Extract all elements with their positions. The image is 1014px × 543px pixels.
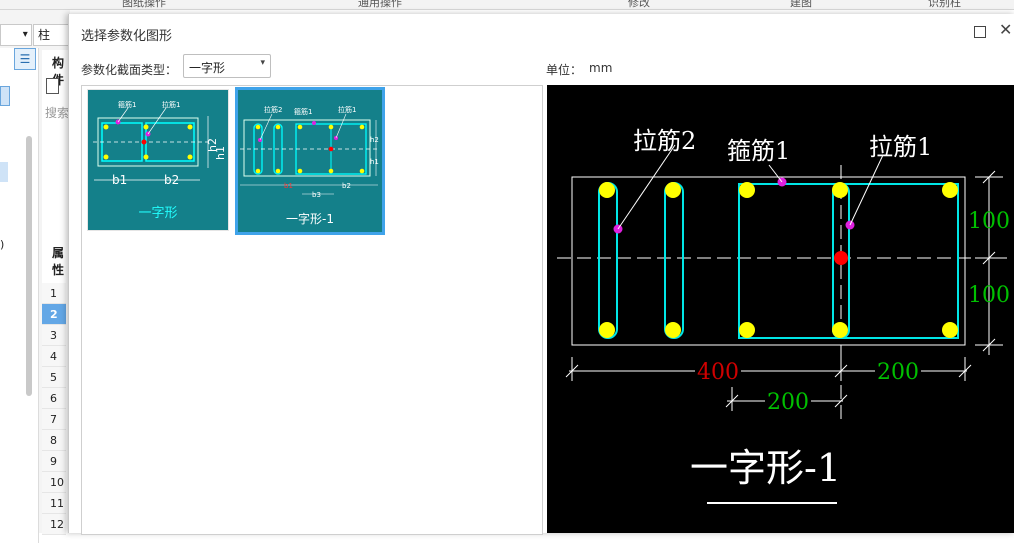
- thumb-label-stirrup: 箍筋1: [118, 100, 136, 109]
- thumb-label-tie2: 拉筋2: [264, 105, 282, 114]
- ribbon-tab-identify-column[interactable]: 识别柱: [928, 0, 961, 9]
- navigation-tree-panel: ✕ ): [0, 48, 39, 543]
- rebar-dots: [599, 182, 958, 338]
- table-row[interactable]: 12: [42, 514, 66, 535]
- shape-gallery: 箍筋1 拉筋1 b1 b2 h1 h2 一字形 拉筋2 箍筋1 拉筋1 b1 b…: [81, 85, 543, 535]
- dim-b2[interactable]: 200: [877, 360, 919, 385]
- dim-b1: 400: [697, 360, 739, 385]
- table-row[interactable]: 8: [42, 430, 66, 451]
- thumb-label-tie1: 拉筋1: [338, 105, 356, 114]
- shape-thumbnail-yizixing-1-selected[interactable]: 拉筋2 箍筋1 拉筋1 b1 b2 b3 h1 h2 一字形-1: [235, 87, 385, 235]
- maximize-icon[interactable]: [974, 26, 986, 38]
- thumb-label-b2: b2: [164, 173, 179, 187]
- table-row[interactable]: 5: [42, 367, 66, 388]
- section-type-select[interactable]: 一字形 ▾: [183, 54, 271, 78]
- ribbon-tab-common-ops[interactable]: 通用操作: [358, 0, 402, 9]
- preview-label-tie2: 拉筋2: [633, 127, 696, 155]
- dim-b3[interactable]: 200: [767, 390, 809, 415]
- preview-label-stirrup: 箍筋1: [727, 137, 790, 165]
- dim-h-bottom[interactable]: 100: [968, 283, 1010, 308]
- tie-bar-2b: [664, 182, 684, 339]
- list-view-icon[interactable]: [0, 86, 10, 106]
- floor-dropdown[interactable]: ▾: [0, 24, 32, 46]
- tie-bar-2a: [598, 182, 618, 339]
- table-row[interactable]: 1: [42, 283, 66, 304]
- tree-item-selected[interactable]: [0, 162, 8, 182]
- parametric-shape-dialog: 选择参数化图形 ✕ 参数化截面类型： 一字形 ▾ 单位： mm 箍筋1 拉筋1 …: [68, 14, 1014, 535]
- thumb-label-b1: b1: [284, 182, 293, 190]
- background-ribbon: 图纸操作 通用操作 修改 建图 识别柱: [0, 0, 1014, 10]
- ribbon-tab-modify[interactable]: 修改: [628, 0, 650, 9]
- new-file-icon[interactable]: [46, 78, 59, 94]
- table-row[interactable]: 3: [42, 325, 66, 346]
- section-type-value: 一字形: [189, 61, 226, 75]
- table-row[interactable]: 6: [42, 388, 66, 409]
- preview-drawing: 拉筋2 箍筋1 拉筋1 100 100 400 200 200 一字形-1: [557, 127, 1010, 504]
- chevron-down-icon: ▾: [22, 29, 31, 40]
- close-icon[interactable]: ✕: [999, 20, 1012, 39]
- table-row[interactable]: 4: [42, 346, 66, 367]
- table-row[interactable]: 9: [42, 451, 66, 472]
- tree-item-text: ): [0, 238, 5, 251]
- thumb-label-b2: b2: [342, 182, 351, 190]
- dialog-title: 选择参数化图形: [81, 29, 173, 44]
- shape-preview: 拉筋2 箍筋1 拉筋1 100 100 400 200 200 一字形-1: [547, 85, 1014, 533]
- section-outline: [571, 176, 966, 346]
- thumb-label-stirrup: 箍筋1: [294, 107, 312, 116]
- section-type-label: 参数化截面类型：: [81, 63, 178, 77]
- thumb-label-tie: 拉筋1: [162, 100, 180, 109]
- unit-label: 单位：: [546, 63, 583, 77]
- chevron-down-icon: ▾: [260, 58, 265, 68]
- scrollbar[interactable]: [26, 136, 32, 396]
- component-search-input[interactable]: 搜索: [45, 104, 69, 121]
- thumb-label-h2: h2: [206, 138, 219, 152]
- table-row-selected[interactable]: 2: [42, 304, 66, 325]
- shape-thumbnail-yizixing[interactable]: 箍筋1 拉筋1 b1 b2 h1 h2 一字形: [87, 89, 229, 231]
- preview-label-tie1: 拉筋1: [869, 133, 932, 161]
- thumb-label-h1: h1: [370, 158, 379, 166]
- table-row[interactable]: 7: [42, 409, 66, 430]
- ribbon-tab-build[interactable]: 建图: [790, 0, 812, 9]
- thumb-label-b3: b3: [312, 191, 321, 199]
- center-point: [834, 251, 848, 265]
- thumbnail-caption: 一字形: [138, 206, 178, 221]
- ribbon-tab-drawing-ops[interactable]: 图纸操作: [122, 0, 166, 9]
- new-element-icon[interactable]: ☰: [14, 48, 36, 70]
- table-row[interactable]: 11: [42, 493, 66, 514]
- table-row[interactable]: 10: [42, 472, 66, 493]
- thumbnail-caption: 一字形-1: [286, 212, 334, 226]
- preview-title: 一字形-1: [690, 446, 841, 490]
- thumb-label-h2: h2: [370, 136, 379, 144]
- unit-value: mm: [589, 61, 613, 75]
- dim-h-top[interactable]: 100: [968, 209, 1010, 234]
- thumb-label-b1: b1: [112, 173, 127, 187]
